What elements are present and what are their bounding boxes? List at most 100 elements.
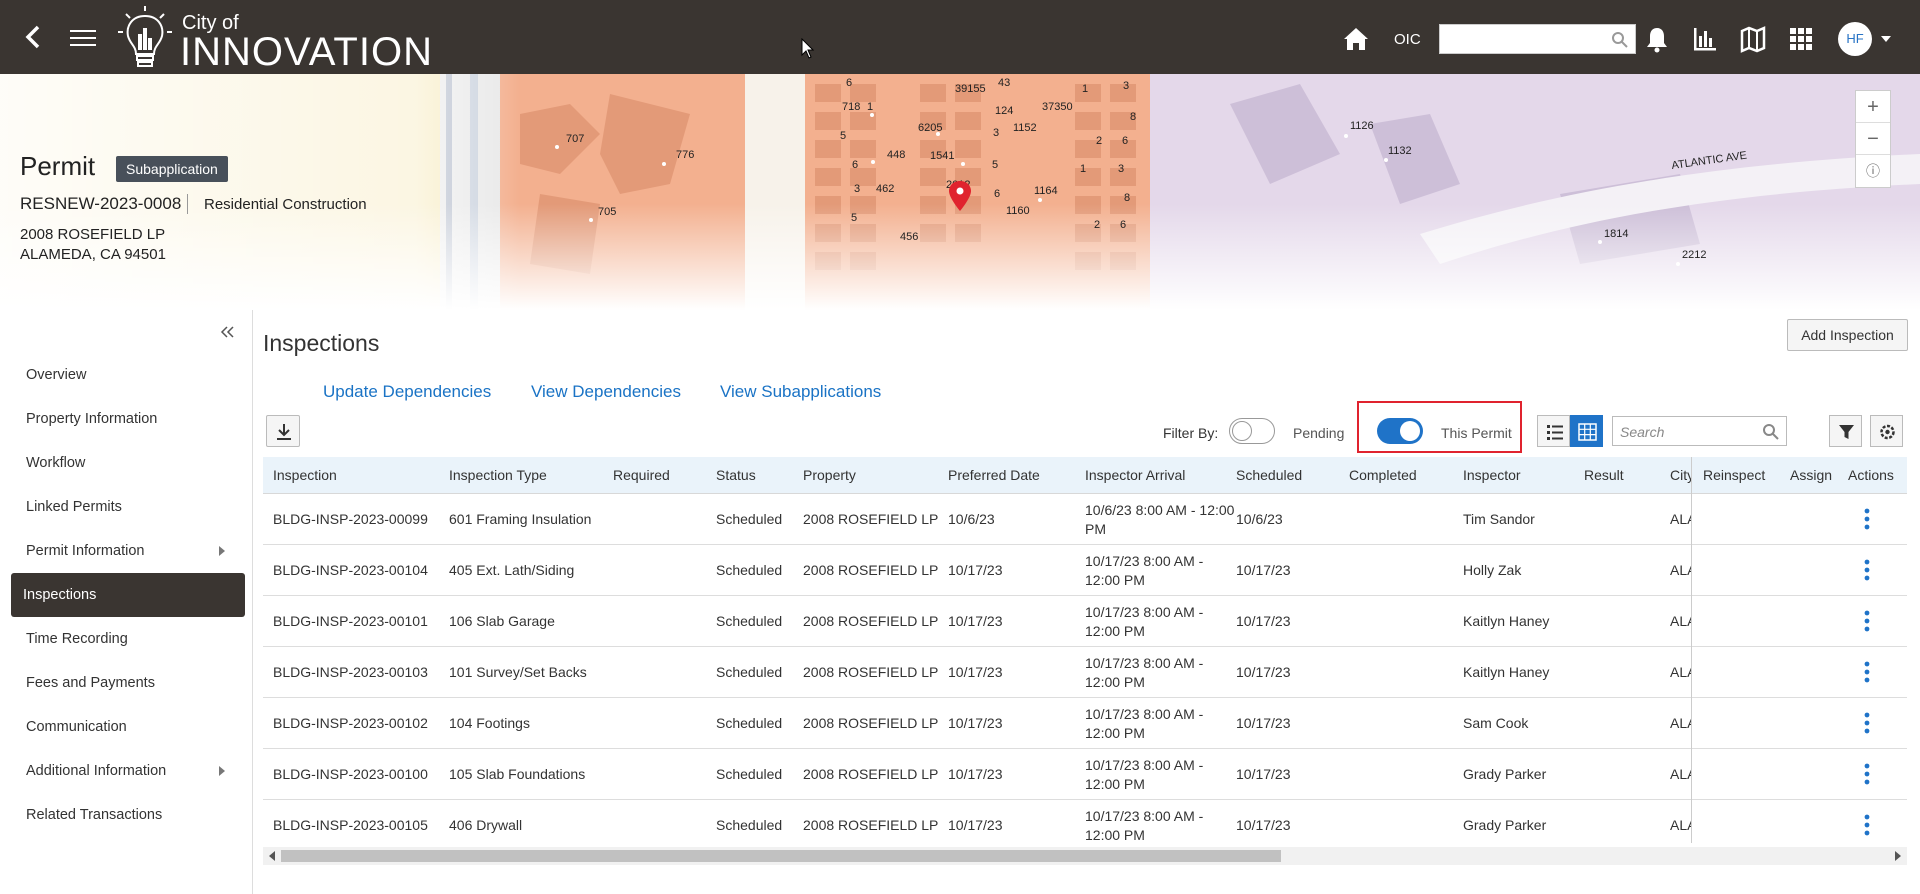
- table-row[interactable]: BLDG-INSP-2023-00100 105 Slab Foundations…: [263, 749, 1907, 800]
- collapse-chevrons-icon[interactable]: [218, 322, 238, 342]
- pending-label: Pending: [1293, 425, 1345, 441]
- sidebar-item-workflow[interactable]: Workflow: [11, 441, 245, 485]
- home-icon[interactable]: [1341, 24, 1371, 54]
- map-icon[interactable]: [1738, 24, 1768, 54]
- table-row[interactable]: BLDG-INSP-2023-00104 405 Ext. Lath/Siding…: [263, 545, 1907, 596]
- column-header[interactable]: Inspector: [1463, 467, 1521, 483]
- download-button[interactable]: [266, 415, 300, 447]
- kebab-menu-icon[interactable]: [1864, 814, 1870, 836]
- chart-icon[interactable]: [1690, 24, 1720, 54]
- avatar[interactable]: HF: [1838, 22, 1872, 56]
- svg-text:1541: 1541: [930, 150, 954, 162]
- search-icon[interactable]: [1762, 423, 1780, 441]
- zoom-out-icon[interactable]: −: [1856, 123, 1890, 155]
- table-row[interactable]: BLDG-INSP-2023-00102 104 Footings Schedule…: [263, 698, 1907, 749]
- divider: [187, 194, 188, 214]
- column-header[interactable]: Preferred Date: [948, 467, 1040, 483]
- bell-icon[interactable]: [1642, 24, 1672, 54]
- svg-text:2: 2: [1094, 219, 1100, 231]
- sidebar-item-related-transactions[interactable]: Related Transactions: [11, 793, 245, 837]
- apps-grid-icon[interactable]: [1786, 24, 1816, 54]
- add-inspection-button[interactable]: Add Inspection: [1787, 319, 1908, 351]
- preferred-date-cell: 10/17/23: [948, 613, 1003, 629]
- svg-text:43: 43: [998, 77, 1010, 89]
- kebab-menu-icon[interactable]: [1864, 508, 1870, 530]
- column-header[interactable]: City: [1670, 467, 1691, 483]
- search-icon[interactable]: [1611, 31, 1629, 49]
- permit-title: Permit: [20, 151, 96, 181]
- column-header[interactable]: Property: [803, 467, 856, 483]
- sidebar-item-communication[interactable]: Communication: [11, 705, 245, 749]
- view-subapplications-link[interactable]: View Subapplications: [720, 382, 881, 402]
- map-image[interactable]: 707 776 705 6 718 1 5 6 3 462 448 5 456 …: [0, 74, 1920, 310]
- sidebar-item-label: Related Transactions: [26, 807, 163, 823]
- sidebar-item-additional-information[interactable]: Additional Information: [11, 749, 245, 793]
- sidebar-item-overview[interactable]: Overview: [11, 353, 245, 397]
- svg-text:2212: 2212: [1682, 249, 1706, 261]
- scheduled-cell: 10/17/23: [1236, 613, 1291, 629]
- column-header[interactable]: Inspection: [273, 467, 337, 483]
- oic-label[interactable]: OIC: [1394, 31, 1421, 48]
- table-row[interactable]: BLDG-INSP-2023-00105 406 Drywall Scheduled…: [263, 800, 1907, 843]
- preferred-date-cell: 10/17/23: [948, 562, 1003, 578]
- inspector-arrival-cell: 10/17/23 8:00 AM - 12:00 PM: [1085, 808, 1204, 843]
- inspector-arrival-cell: 10/17/23 8:00 AM - 12:00 PM: [1085, 604, 1204, 639]
- horizontal-scrollbar[interactable]: [263, 847, 1907, 865]
- kebab-menu-icon[interactable]: [1864, 661, 1870, 683]
- sidebar-item-permit-information[interactable]: Permit Information: [11, 529, 245, 573]
- column-header[interactable]: Scheduled: [1236, 467, 1302, 483]
- chevron-down-icon[interactable]: [1880, 34, 1892, 44]
- permit-map-banner[interactable]: 707 776 705 6 718 1 5 6 3 462 448 5 456 …: [0, 74, 1920, 310]
- scheduled-cell: 10/17/23: [1236, 562, 1291, 578]
- table-row[interactable]: BLDG-INSP-2023-00101 106 Slab Garage Sched…: [263, 596, 1907, 647]
- grid-view-button[interactable]: [1570, 415, 1603, 447]
- scroll-left-icon[interactable]: [269, 851, 275, 861]
- city-cell: ALA: [1670, 562, 1691, 578]
- column-header[interactable]: Actions: [1848, 467, 1894, 483]
- property-cell: 2008 ROSEFIELD LP: [803, 715, 939, 731]
- kebab-menu-icon[interactable]: [1864, 610, 1870, 632]
- pending-toggle[interactable]: [1229, 418, 1275, 444]
- back-arrow-icon[interactable]: [22, 24, 44, 50]
- svg-text:8: 8: [1124, 192, 1130, 204]
- scroll-right-icon[interactable]: [1895, 851, 1901, 861]
- column-header[interactable]: Completed: [1349, 467, 1417, 483]
- hamburger-menu-icon[interactable]: [70, 28, 96, 48]
- info-icon[interactable]: ⓘ: [1856, 155, 1890, 187]
- kebab-menu-icon[interactable]: [1864, 559, 1870, 581]
- column-header[interactable]: Status: [716, 467, 756, 483]
- global-search-input[interactable]: [1439, 24, 1636, 54]
- city-logo[interactable]: City of INNOVATION: [116, 4, 456, 74]
- svg-text:705: 705: [598, 206, 616, 218]
- zoom-in-icon[interactable]: +: [1856, 91, 1890, 123]
- column-header[interactable]: Inspector Arrival: [1085, 467, 1185, 483]
- inspection-type-cell: 105 Slab Foundations: [449, 766, 586, 782]
- inspector-cell: Tim Sandor: [1463, 511, 1535, 527]
- sidebar-item-fees-and-payments[interactable]: Fees and Payments: [11, 661, 245, 705]
- sidebar-item-label: Time Recording: [26, 631, 128, 647]
- column-header[interactable]: Assign: [1790, 467, 1832, 483]
- kebab-menu-icon[interactable]: [1864, 712, 1870, 734]
- table-search-input[interactable]: Search: [1612, 416, 1787, 446]
- column-header[interactable]: Reinspect: [1703, 467, 1765, 483]
- settings-button[interactable]: [1870, 415, 1903, 447]
- logo-title: INNOVATION: [180, 30, 433, 74]
- sidebar-item-property-information[interactable]: Property Information: [11, 397, 245, 441]
- status-cell: Scheduled: [716, 511, 783, 527]
- update-dependencies-link[interactable]: Update Dependencies: [323, 382, 491, 402]
- sidebar-item-inspections[interactable]: Inspections: [11, 573, 245, 617]
- inspection-type-cell: 405 Ext. Lath/Siding: [449, 562, 575, 578]
- sidebar-item-time-recording[interactable]: Time Recording: [11, 617, 245, 661]
- list-view-button[interactable]: [1537, 415, 1570, 447]
- view-dependencies-link[interactable]: View Dependencies: [531, 382, 681, 402]
- kebab-menu-icon[interactable]: [1864, 763, 1870, 785]
- sidebar-item-linked-permits[interactable]: Linked Permits: [11, 485, 245, 529]
- column-header[interactable]: Result: [1584, 467, 1624, 483]
- column-header[interactable]: Inspection Type: [449, 467, 547, 483]
- scrollbar-thumb[interactable]: [281, 850, 1281, 862]
- table-row[interactable]: BLDG-INSP-2023-00099 601 Framing Insulati…: [263, 494, 1907, 545]
- table-row[interactable]: BLDG-INSP-2023-00103 101 Survey/Set Backs…: [263, 647, 1907, 698]
- column-header[interactable]: Required: [613, 467, 670, 483]
- filter-button[interactable]: [1829, 415, 1862, 447]
- svg-text:39155: 39155: [955, 83, 986, 95]
